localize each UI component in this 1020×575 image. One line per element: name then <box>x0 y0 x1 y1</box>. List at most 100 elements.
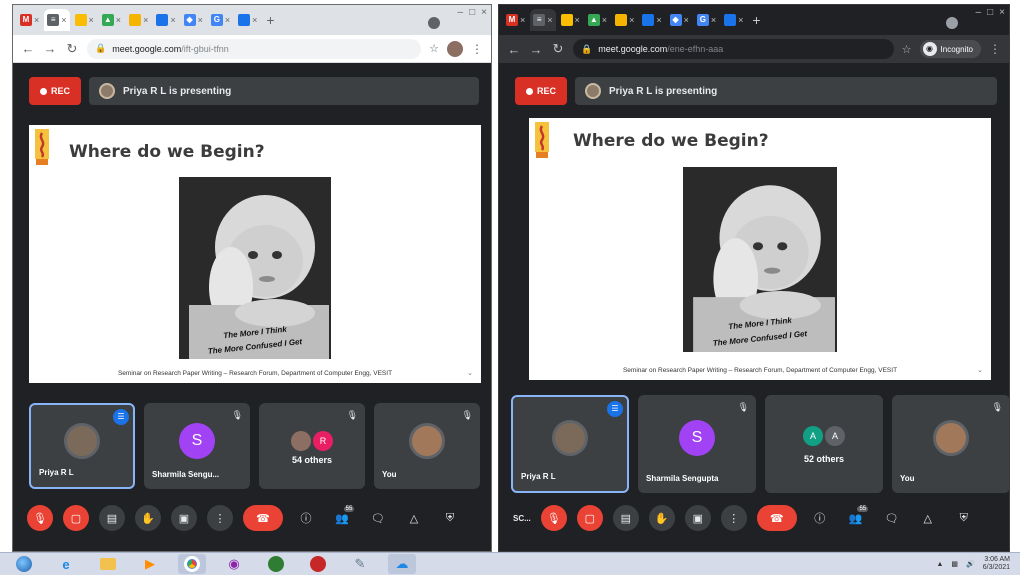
clock[interactable]: 3:06 AM 6/3/2021 <box>983 556 1010 572</box>
tab-search-icon[interactable] <box>427 17 440 29</box>
back-icon[interactable]: ← <box>21 41 35 56</box>
slide-chevron-icon[interactable]: ⌄ <box>467 369 473 377</box>
raise-hand-button[interactable]: ✋ <box>135 505 161 531</box>
start-button[interactable] <box>10 554 38 574</box>
participant-tile[interactable]: 🎙 You <box>374 403 480 489</box>
address-bar[interactable]: 🔒 meet.google.com/ift-gbui-tfnn <box>87 38 422 59</box>
close-tab-icon[interactable]: × <box>711 15 716 25</box>
vlc-taskbar-button[interactable] <box>262 554 290 574</box>
forward-icon[interactable]: → <box>529 42 543 57</box>
browser-tab[interactable]: × <box>235 9 260 31</box>
volume-icon[interactable]: 🔊 <box>966 560 975 568</box>
mic-toggle-button[interactable]: 🎙 <box>27 505 53 531</box>
host-controls-button[interactable]: ⛨ <box>951 505 977 531</box>
bookmark-star-icon[interactable]: ☆ <box>902 43 912 56</box>
chrome-alt-taskbar-button[interactable] <box>304 554 332 574</box>
browser-tab[interactable]: M × <box>17 9 42 31</box>
close-tab-icon[interactable]: × <box>170 15 175 25</box>
rec-badge[interactable]: REC <box>515 77 567 105</box>
browser-tab[interactable]: M × <box>503 9 528 31</box>
host-controls-button[interactable]: ⛨ <box>437 505 463 531</box>
rec-badge[interactable]: REC <box>29 77 81 105</box>
minimize-icon[interactable]: – <box>458 7 464 18</box>
browser-tab[interactable]: × <box>558 9 583 31</box>
more-options-button[interactable]: ⋮ <box>207 505 233 531</box>
address-bar[interactable]: 🔒 meet.google.com/ene-efhn-aaa <box>573 39 894 59</box>
activities-button[interactable]: △ <box>915 505 941 531</box>
reload-icon[interactable]: ↻ <box>65 41 79 57</box>
more-options-button[interactable]: ⋮ <box>720 505 747 531</box>
close-tab-icon[interactable]: × <box>684 15 689 25</box>
close-tab-icon[interactable]: × <box>225 15 230 25</box>
browser-tab[interactable]: ▲ × <box>99 9 124 31</box>
bookmark-star-icon[interactable]: ☆ <box>429 42 439 55</box>
close-tab-icon[interactable]: × <box>252 15 257 25</box>
close-tab-icon[interactable]: × <box>575 15 580 25</box>
close-tab-icon[interactable]: × <box>520 15 525 25</box>
participant-tile-others[interactable]: A A 52 others <box>765 395 883 493</box>
chat-button[interactable]: 🗨 <box>879 505 905 531</box>
close-tab-icon[interactable]: × <box>547 15 552 25</box>
activities-button[interactable]: △ <box>401 505 427 531</box>
browser-tab[interactable]: × <box>612 9 637 31</box>
close-window-icon[interactable]: × <box>481 7 487 18</box>
close-tab-icon[interactable]: × <box>602 15 607 25</box>
maximize-icon[interactable]: □ <box>987 7 993 18</box>
close-tab-icon[interactable]: × <box>34 15 39 25</box>
browser-tab[interactable]: G × <box>694 9 719 31</box>
tray-chevron-icon[interactable]: ▲ <box>936 561 943 568</box>
present-button[interactable]: ▣ <box>684 505 711 531</box>
close-tab-icon[interactable]: × <box>116 15 121 25</box>
ie-taskbar-button[interactable]: e <box>52 554 80 574</box>
browser-tab[interactable]: ◆ × <box>667 9 692 31</box>
browser-tab[interactable]: ≡ × <box>530 9 556 31</box>
notepad-taskbar-button[interactable]: ✎ <box>346 554 374 574</box>
new-tab-button[interactable]: + <box>262 12 278 28</box>
close-tab-icon[interactable]: × <box>629 15 634 25</box>
present-button[interactable]: ▣ <box>171 505 197 531</box>
media-taskbar-button[interactable]: ▶ <box>136 554 164 574</box>
network-icon[interactable]: ▩ <box>951 560 958 568</box>
participant-tile[interactable]: ☰ Priya R L <box>511 395 629 493</box>
browser-tab[interactable]: × <box>126 9 151 31</box>
profile-avatar[interactable] <box>447 40 463 57</box>
close-tab-icon[interactable]: × <box>738 15 743 25</box>
browser-tab[interactable]: ≡ × <box>44 9 70 31</box>
raise-hand-button[interactable]: ✋ <box>648 505 675 531</box>
paint-taskbar-button[interactable]: ◉ <box>220 554 248 574</box>
browser-tab[interactable]: ◆ × <box>181 9 206 31</box>
close-tab-icon[interactable]: × <box>143 15 148 25</box>
mic-toggle-button[interactable]: 🎙 <box>540 505 567 531</box>
browser-tab[interactable]: G × <box>208 9 233 31</box>
incognito-badge[interactable]: ◉ Incognito <box>919 40 981 58</box>
explorer-taskbar-button[interactable] <box>94 554 122 574</box>
people-button[interactable]: 👥 55 <box>843 505 869 531</box>
camera-toggle-button[interactable]: ▢ <box>63 505 89 531</box>
participant-tile[interactable]: ☰ Priya R L <box>29 403 135 489</box>
close-tab-icon[interactable]: × <box>198 15 203 25</box>
browser-tab[interactable]: × <box>72 9 97 31</box>
participant-tile[interactable]: S 🎙 Sharmila Sengupta <box>638 395 756 493</box>
close-tab-icon[interactable]: × <box>656 15 661 25</box>
captions-button[interactable]: ▤ <box>99 505 125 531</box>
info-button[interactable]: ⓘ <box>293 505 319 531</box>
chrome-taskbar-button[interactable] <box>178 554 206 574</box>
onedrive-taskbar-button[interactable]: ☁ <box>388 554 416 574</box>
people-button[interactable]: 👥 55 <box>329 505 355 531</box>
camera-toggle-button[interactable]: ▢ <box>576 505 603 531</box>
participant-tile[interactable]: 🎙 You <box>892 395 1009 493</box>
reload-icon[interactable]: ↻ <box>551 41 565 57</box>
maximize-icon[interactable]: □ <box>469 7 475 18</box>
slide-chevron-icon[interactable]: ⌄ <box>977 366 983 374</box>
participant-tile-others[interactable]: R 🎙 54 others <box>259 403 365 489</box>
captions-button[interactable]: ▤ <box>612 505 639 531</box>
browser-tab[interactable]: × <box>639 9 664 31</box>
end-call-button[interactable]: ☎ <box>756 505 797 531</box>
participant-tile[interactable]: S 🎙 Sharmila Sengu... <box>144 403 250 489</box>
menu-dots-icon[interactable]: ⋮ <box>989 42 1001 56</box>
menu-dots-icon[interactable]: ⋮ <box>471 42 483 56</box>
close-window-icon[interactable]: × <box>999 7 1005 18</box>
end-call-button[interactable]: ☎ <box>243 505 283 531</box>
browser-tab[interactable]: × <box>721 9 746 31</box>
back-icon[interactable]: ← <box>507 42 521 57</box>
